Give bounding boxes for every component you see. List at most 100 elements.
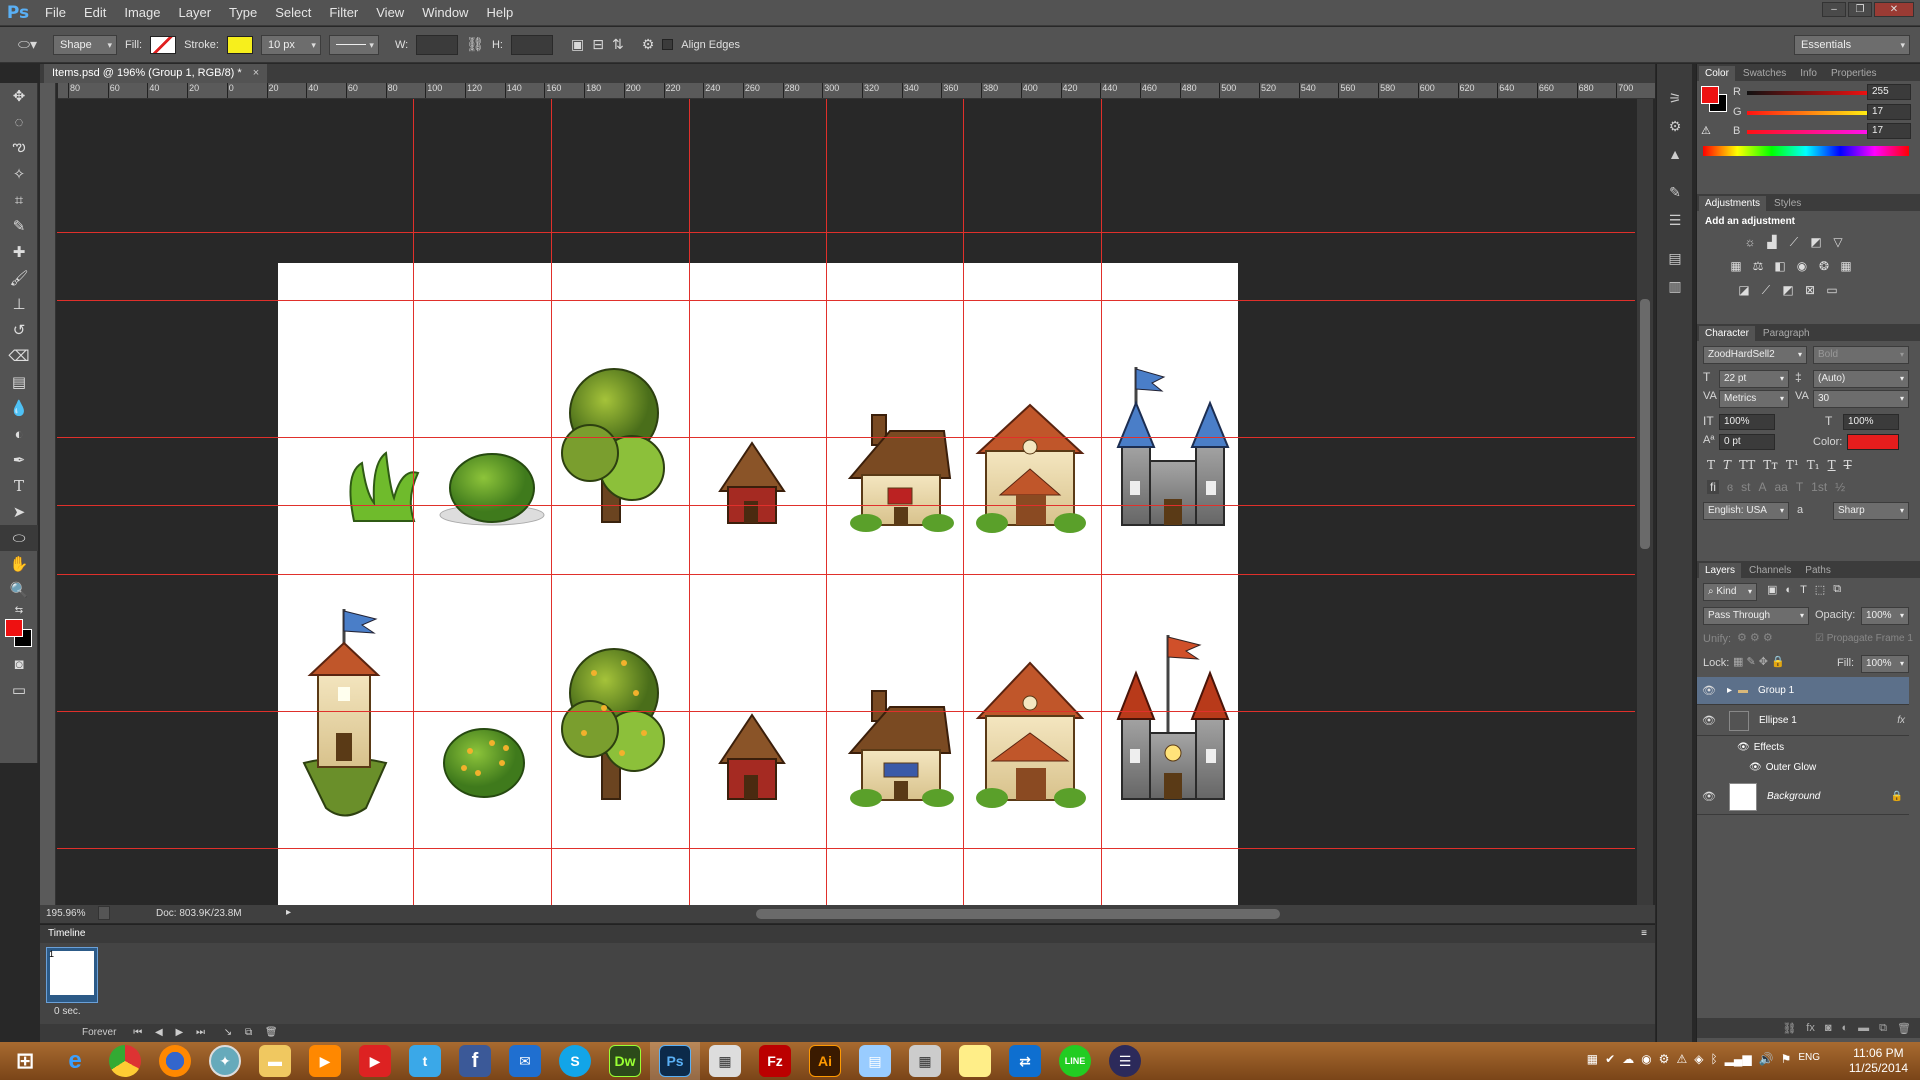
swap-colors-icon[interactable]: ⇆ bbox=[0, 603, 38, 617]
tab-channels[interactable]: Channels bbox=[1743, 563, 1797, 578]
tracking-field[interactable]: 30 bbox=[1813, 390, 1909, 408]
history-brush-tool-icon[interactable]: ↺ bbox=[0, 317, 38, 343]
tab-paragraph[interactable]: Paragraph bbox=[1757, 326, 1816, 341]
menu-window[interactable]: Window bbox=[413, 0, 477, 26]
properties-icon[interactable]: ⚙ bbox=[1657, 112, 1693, 140]
tab-styles[interactable]: Styles bbox=[1768, 196, 1807, 211]
black-white-icon[interactable]: ◧ bbox=[1771, 258, 1789, 274]
clock[interactable]: 11:06 PM 11/25/2014 bbox=[1849, 1046, 1908, 1076]
layer-effect-outer-glow[interactable]: 👁 Outer Glow bbox=[1697, 757, 1909, 777]
stylistic-alt-icon[interactable]: A bbox=[1758, 480, 1766, 494]
exposure-icon[interactable]: ◩ bbox=[1807, 234, 1825, 250]
clone-source-icon[interactable]: ▤ bbox=[1657, 244, 1693, 272]
bluetooth-icon[interactable]: ᛒ bbox=[1710, 1052, 1717, 1066]
expand-arrow-icon[interactable]: ▸ bbox=[1727, 685, 1732, 696]
chrome-icon[interactable] bbox=[100, 1042, 150, 1080]
tween-icon[interactable]: ↘ bbox=[224, 1027, 232, 1038]
histogram-icon[interactable]: ▲ bbox=[1657, 140, 1693, 168]
horizontal-scrollbar[interactable] bbox=[300, 905, 1630, 923]
tab-info[interactable]: Info bbox=[1794, 66, 1823, 81]
teamviewer-icon[interactable]: ⇄ bbox=[1000, 1042, 1050, 1080]
hue-saturation-icon[interactable]: ▦ bbox=[1727, 258, 1745, 274]
b-slider[interactable] bbox=[1747, 130, 1877, 134]
menu-filter[interactable]: Filter bbox=[320, 0, 367, 26]
history-icon[interactable]: ⚞ bbox=[1657, 84, 1693, 112]
subscript-icon[interactable]: T₁ bbox=[1807, 458, 1820, 472]
pen-tool-icon[interactable]: ✒ bbox=[0, 447, 38, 473]
brush-preset-icon[interactable]: ✎ bbox=[1657, 178, 1693, 206]
stroke-swatch[interactable] bbox=[226, 35, 253, 54]
menu-file[interactable]: File bbox=[36, 0, 75, 26]
clone-stamp-tool-icon[interactable]: ⊥ bbox=[0, 291, 38, 317]
menu-select[interactable]: Select bbox=[266, 0, 320, 26]
selective-color-icon[interactable]: ⊠ bbox=[1801, 282, 1819, 298]
next-frame-icon[interactable]: ⏭ bbox=[196, 1027, 205, 1038]
tab-layers[interactable]: Layers bbox=[1699, 563, 1742, 578]
unify-icons[interactable]: ⚙ ⚙ ⚙ bbox=[1737, 631, 1773, 644]
eyedropper-tool-icon[interactable]: ✎ bbox=[0, 213, 38, 239]
g-value[interactable]: 17 bbox=[1867, 104, 1911, 120]
fill-swatch[interactable] bbox=[150, 35, 177, 54]
lock-icons[interactable]: ▦ ✎ ✥ 🔒 bbox=[1733, 655, 1785, 668]
tab-paths[interactable]: Paths bbox=[1799, 563, 1837, 578]
eraser-tool-icon[interactable]: ⌫ bbox=[0, 343, 38, 369]
panel-menu-icon[interactable]: ≡ bbox=[1641, 925, 1647, 943]
layer-filter-dropdown[interactable]: ⌕ Kind bbox=[1703, 583, 1757, 601]
ellipse-shape-tool-icon[interactable]: ⬭ bbox=[0, 525, 38, 551]
layer-row-group[interactable]: 👁 ▸ ▬ Group 1 bbox=[1697, 677, 1909, 705]
lasso-tool-icon[interactable]: ఌ bbox=[0, 135, 38, 161]
move-tool-icon[interactable]: ✥ bbox=[0, 83, 38, 109]
add-style-icon[interactable]: fx bbox=[1806, 1022, 1815, 1034]
calculator-taskbar-icon[interactable]: ▦ bbox=[700, 1042, 750, 1080]
healing-brush-tool-icon[interactable]: ✚ bbox=[0, 239, 38, 265]
ellipse-tool-icon[interactable]: ⬭▾ bbox=[18, 36, 37, 53]
swash-icon[interactable]: st bbox=[1741, 480, 1750, 494]
photoshop-taskbar-icon[interactable]: Ps bbox=[650, 1042, 700, 1080]
ie-icon[interactable]: e bbox=[50, 1042, 100, 1080]
faux-bold-icon[interactable]: T bbox=[1707, 458, 1715, 472]
tray-icon[interactable]: ⚠ bbox=[1676, 1052, 1687, 1066]
dreamweaver-icon[interactable]: Dw bbox=[600, 1042, 650, 1080]
sticky-notes-icon[interactable] bbox=[950, 1042, 1000, 1080]
b-value[interactable]: 17 bbox=[1867, 123, 1911, 139]
eye-icon[interactable]: 👁 bbox=[1697, 790, 1721, 803]
crop-tool-icon[interactable]: ⌗ bbox=[0, 187, 38, 213]
mail-icon[interactable]: ✉ bbox=[500, 1042, 550, 1080]
tab-adjustments[interactable]: Adjustments bbox=[1699, 196, 1767, 211]
media-player-icon[interactable]: ▶ bbox=[300, 1042, 350, 1080]
language-dropdown[interactable]: English: USA bbox=[1703, 502, 1789, 520]
notes-icon[interactable]: ▥ bbox=[1657, 272, 1693, 300]
tray-icon[interactable]: ⚙ bbox=[1659, 1052, 1670, 1066]
menu-view[interactable]: View bbox=[367, 0, 413, 26]
play-icon[interactable]: ▶ bbox=[176, 1027, 184, 1038]
channel-mixer-icon[interactable]: ❂ bbox=[1815, 258, 1833, 274]
fraction-icon[interactable]: ½ bbox=[1835, 480, 1845, 494]
filezilla-icon[interactable]: Fz bbox=[750, 1042, 800, 1080]
trash-icon[interactable]: 🗑 bbox=[265, 1027, 278, 1038]
brightness-icon[interactable]: ☼ bbox=[1741, 234, 1759, 250]
ornament-icon[interactable]: T bbox=[1796, 480, 1803, 494]
path-arrangement-icon[interactable]: ⇅ bbox=[612, 36, 624, 53]
first-frame-icon[interactable]: ⏮ bbox=[133, 1027, 142, 1038]
filter-type-icon[interactable]: T bbox=[1800, 584, 1807, 596]
menu-image[interactable]: Image bbox=[115, 0, 169, 26]
link-layers-icon[interactable]: ⛓ bbox=[1782, 1022, 1796, 1035]
shape-mode-dropdown[interactable]: Shape bbox=[52, 34, 117, 55]
font-style-dropdown[interactable]: Bold bbox=[1813, 346, 1909, 364]
line-icon[interactable]: LINE bbox=[1050, 1042, 1100, 1080]
screen-mode-icon[interactable]: ▭ bbox=[0, 677, 38, 703]
effects-eye-icon[interactable]: 👁 bbox=[1737, 742, 1750, 753]
flag-icon[interactable]: ⚑ bbox=[1781, 1052, 1792, 1066]
posterize-icon[interactable]: ⟋ bbox=[1757, 282, 1775, 298]
blur-tool-icon[interactable]: 💧 bbox=[0, 395, 38, 421]
gear-icon[interactable]: ⚙ bbox=[642, 36, 655, 53]
filter-adjustment-icon[interactable]: ◐ bbox=[1785, 584, 1792, 596]
menu-layer[interactable]: Layer bbox=[170, 0, 221, 26]
fill-field[interactable]: 100% bbox=[1861, 655, 1909, 673]
calculator-icon[interactable]: ▦ bbox=[900, 1042, 950, 1080]
kerning-field[interactable]: Metrics bbox=[1719, 390, 1789, 408]
vibrance-icon[interactable]: ▽ bbox=[1829, 234, 1847, 250]
marquee-tool-icon[interactable]: ◌ bbox=[0, 109, 38, 135]
path-selection-tool-icon[interactable]: ➤ bbox=[0, 499, 38, 525]
text-color-swatch[interactable] bbox=[1847, 434, 1899, 450]
